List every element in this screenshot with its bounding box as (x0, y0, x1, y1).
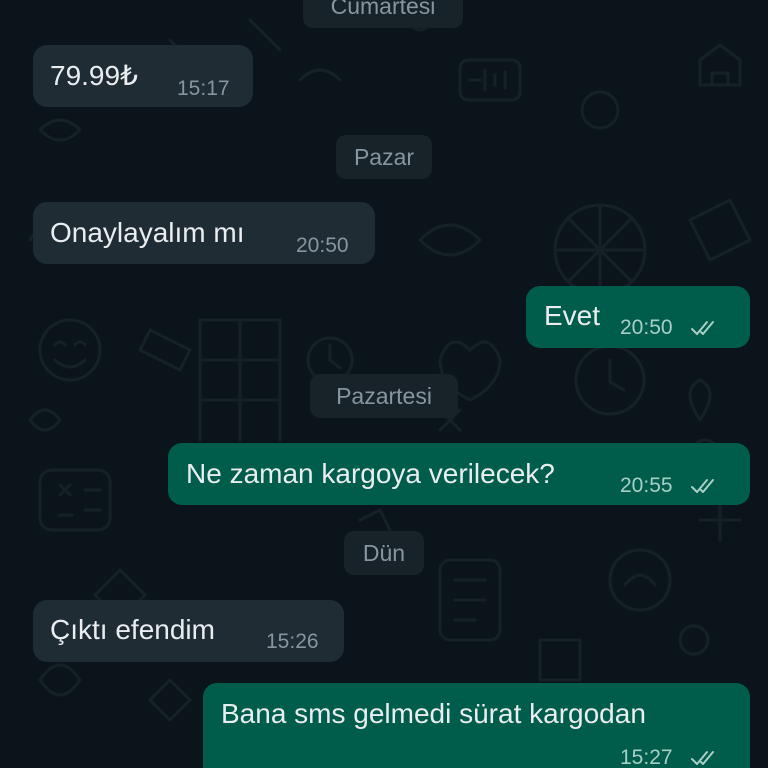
date-separator: Cumartesi (303, 0, 463, 28)
message-outgoing[interactable]: Evet 20:50 (526, 286, 750, 348)
message-text: Evet (544, 300, 601, 331)
date-separator: Pazar (336, 135, 432, 179)
double-check-icon (691, 751, 714, 765)
double-check-icon (691, 321, 714, 335)
date-separator: Dün (344, 531, 424, 575)
double-check-icon (691, 479, 714, 493)
message-timestamp: 15:27 (620, 746, 673, 768)
message-text: 79.99₺ (50, 60, 138, 91)
message-incoming[interactable]: Çıktı efendim 15:26 (33, 600, 344, 662)
message-text: Çıktı efendim (50, 614, 215, 645)
message-timestamp: 20:50 (620, 316, 673, 339)
message-text: Bana sms gelmedi sürat kargodan (221, 698, 646, 729)
chat-view[interactable]: Cumartesi Pazar Pazartesi Dün 79.99₺ 15:… (0, 0, 768, 768)
message-outgoing[interactable]: Bana sms gelmedi sürat kargodan 15:27 (203, 683, 750, 768)
message-incoming[interactable]: Onaylayalım mı 20:50 (33, 202, 375, 264)
date-separator: Pazartesi (310, 374, 458, 418)
message-incoming[interactable]: 79.99₺ 15:17 (33, 45, 253, 107)
message-text: Ne zaman kargoya verilecek? (186, 458, 555, 489)
message-timestamp: 15:17 (177, 77, 230, 100)
message-timestamp: 15:26 (266, 630, 319, 653)
message-text: Onaylayalım mı (50, 217, 245, 248)
message-outgoing[interactable]: Ne zaman kargoya verilecek? 20:55 (168, 443, 750, 505)
message-timestamp: 20:50 (296, 234, 349, 257)
message-timestamp: 20:55 (620, 474, 673, 497)
